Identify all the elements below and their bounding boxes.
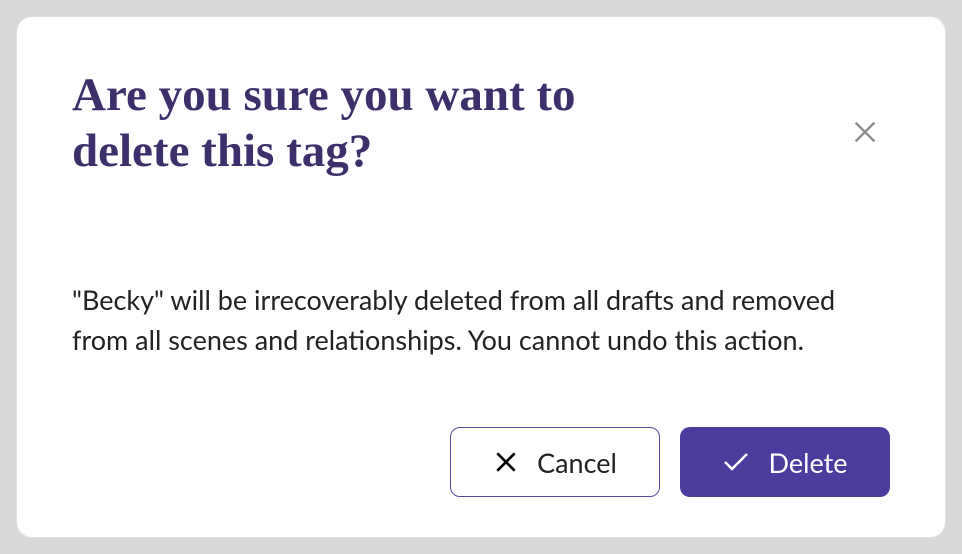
dialog-actions: Cancel Delete bbox=[72, 427, 890, 497]
check-icon bbox=[722, 452, 750, 472]
cancel-button-label: Cancel bbox=[537, 446, 617, 479]
confirm-delete-dialog: Are you sure you want to delete this tag… bbox=[16, 16, 946, 538]
delete-button[interactable]: Delete bbox=[680, 427, 890, 497]
dialog-title: Are you sure you want to delete this tag… bbox=[72, 67, 692, 180]
close-button[interactable] bbox=[845, 112, 885, 152]
delete-button-label: Delete bbox=[768, 446, 847, 479]
cancel-button[interactable]: Cancel bbox=[450, 427, 660, 497]
x-icon bbox=[493, 449, 519, 475]
close-icon bbox=[851, 118, 879, 146]
dialog-message: "Becky" will be irrecoverably deleted fr… bbox=[72, 280, 890, 427]
